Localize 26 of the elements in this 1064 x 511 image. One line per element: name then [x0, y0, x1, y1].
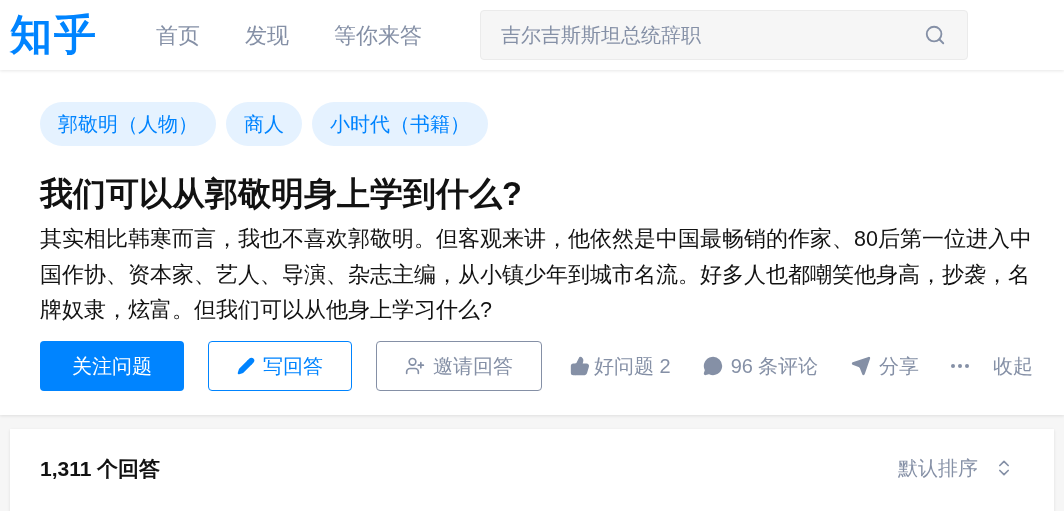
topic-tag[interactable]: 郭敬明（人物） — [40, 102, 216, 146]
nav-link[interactable]: 等你来答 — [334, 18, 422, 52]
logo[interactable]: 知乎 — [10, 14, 98, 56]
share-button[interactable]: 分享 — [850, 350, 919, 381]
write-answer-button[interactable]: 写回答 — [208, 340, 352, 391]
invite-button[interactable]: 邀请回答 — [376, 340, 542, 391]
comment-button[interactable]: 96 条评论 — [702, 350, 819, 381]
follow-button[interactable]: 关注问题 — [40, 340, 184, 391]
speech-bubble-icon — [702, 355, 723, 376]
sort-button[interactable]: 默认排序 — [898, 452, 1014, 483]
pencil-icon — [237, 356, 255, 375]
collapse-button[interactable]: 收起 — [992, 350, 1033, 381]
more-icon — [950, 363, 969, 368]
thumbs-up-icon — [570, 355, 590, 376]
search-field[interactable]: 吉尔吉斯斯坦总统辞职 — [480, 10, 968, 60]
question-detail: 其实相比韩寒而言，我也不喜欢郭敬明。但客观来讲，他依然是中国最畅销的作家、80后第一位进入中国作协、资本家、艺人、导演、杂志主编，从小镇少年到城市名流。好多人也都嘲笑他身高，抄袭，名牌奴隶，炫富。但我们可以从他身上学习什么? — [40, 226, 1033, 324]
add-user-icon — [405, 355, 425, 376]
nav-link[interactable]: 首页 — [156, 18, 200, 52]
answer-count: 1,311 个回答 — [40, 455, 161, 482]
question-title: 我们可以从郭敬明身上学到什么? — [40, 175, 523, 214]
nav-link[interactable]: 发现 — [245, 18, 289, 52]
topic-tag[interactable]: 小时代（书籍） — [312, 102, 488, 146]
topic-tag[interactable]: 商人 — [226, 102, 302, 146]
like-button[interactable]: 好问题 2 — [570, 350, 671, 381]
paper-plane-icon — [850, 355, 871, 376]
search-icon — [924, 24, 946, 46]
